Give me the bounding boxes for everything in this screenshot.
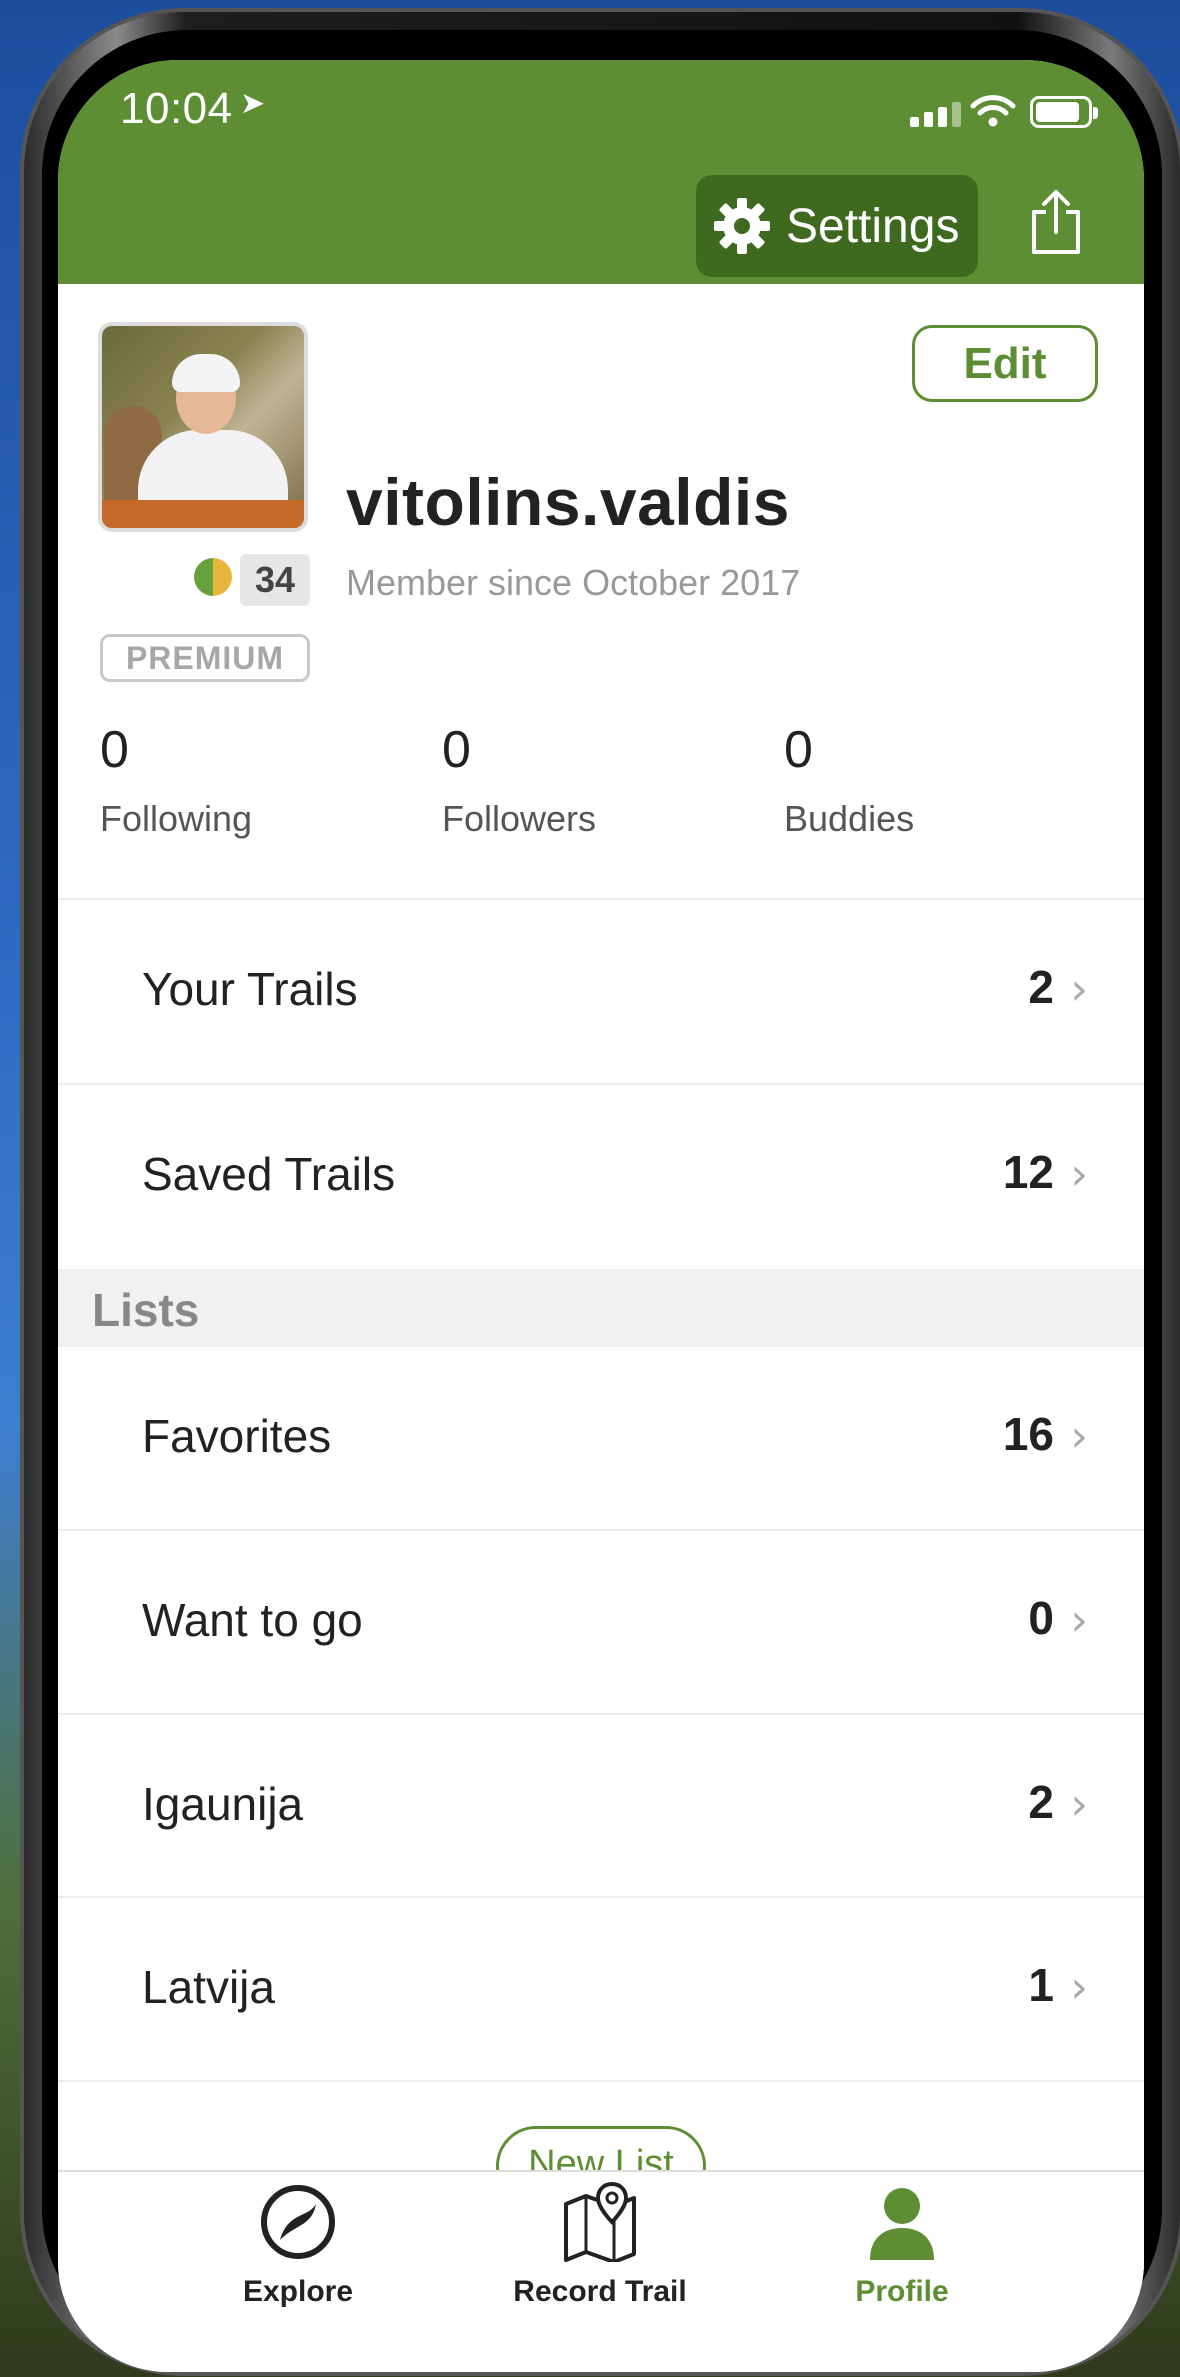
stat-label: Followers bbox=[442, 798, 597, 839]
stat-label: Following bbox=[100, 798, 253, 839]
list-item-latvija[interactable]: Latvija 1 › bbox=[58, 1898, 1144, 2080]
row-label: Favorites bbox=[142, 1410, 332, 1462]
stat-value: 0 bbox=[100, 721, 129, 779]
chevron-right-icon: › bbox=[1070, 1149, 1088, 1200]
list-item-igaunija[interactable]: Igaunija 2 › bbox=[58, 1715, 1144, 1897]
tab-explore[interactable]: Explore bbox=[178, 2182, 418, 2352]
tab-profile[interactable]: Profile bbox=[782, 2182, 1022, 2352]
cell-signal-icon bbox=[910, 102, 961, 127]
row-count: 1 bbox=[1028, 1959, 1054, 2011]
member-since: Member since October 2017 bbox=[346, 562, 801, 603]
premium-badge: PREMIUM bbox=[100, 634, 310, 682]
chevron-right-icon: › bbox=[1070, 1411, 1088, 1462]
divider bbox=[58, 2080, 1144, 2082]
row-label: Want to go bbox=[142, 1594, 363, 1646]
tab-label: Record Trail bbox=[513, 2275, 687, 2308]
row-label: Your Trails bbox=[142, 963, 358, 1015]
row-count: 16 bbox=[1002, 1408, 1054, 1460]
status-bar: 10:04 ➤ bbox=[58, 80, 1144, 150]
your-trails-row[interactable]: Your Trails 2 › bbox=[58, 900, 1144, 1082]
saved-trails-row[interactable]: Saved Trails 12 › bbox=[58, 1085, 1144, 1267]
row-label: Igaunija bbox=[142, 1778, 304, 1830]
gear-icon bbox=[714, 198, 770, 254]
lists-header-label: Lists bbox=[92, 1284, 200, 1336]
map-pin-icon bbox=[564, 2181, 636, 2264]
stat-value: 0 bbox=[784, 721, 813, 779]
level-icon bbox=[194, 558, 232, 596]
stat-following[interactable]: 0 Following bbox=[100, 720, 252, 840]
lists-section-header: Lists bbox=[58, 1269, 1144, 1347]
chevron-right-icon: › bbox=[1070, 1962, 1088, 2013]
list-item-want-to-go[interactable]: Want to go 0 › bbox=[58, 1531, 1144, 1713]
share-icon[interactable] bbox=[1028, 188, 1084, 256]
username: vitolins.valdis bbox=[346, 465, 790, 539]
tab-label: Profile bbox=[855, 2275, 949, 2308]
level-badge: 34 bbox=[240, 554, 310, 606]
settings-button[interactable]: Settings bbox=[696, 175, 978, 277]
wifi-icon bbox=[970, 95, 1016, 127]
tab-label: Explore bbox=[242, 2275, 354, 2308]
row-label: Saved Trails bbox=[142, 1148, 396, 1200]
status-time: 10:04 bbox=[120, 84, 233, 133]
settings-label: Settings bbox=[786, 199, 960, 253]
app-screen: 10:04 ➤ Settings Edit vitolins.valdis 34… bbox=[58, 60, 1144, 2372]
person-icon bbox=[870, 2188, 934, 2260]
chevron-right-icon: › bbox=[1070, 964, 1088, 1015]
explore-icon bbox=[261, 2185, 335, 2259]
battery-icon bbox=[1030, 96, 1098, 128]
row-count: 12 bbox=[1002, 1146, 1054, 1198]
tab-bar: Explore Record Trail Profile bbox=[58, 2170, 1144, 2372]
row-label: Latvija bbox=[142, 1961, 275, 2013]
stat-value: 0 bbox=[442, 721, 471, 779]
chevron-right-icon: › bbox=[1070, 1779, 1088, 1830]
location-arrow-icon: ➤ bbox=[240, 87, 266, 120]
chevron-right-icon: › bbox=[1070, 1595, 1088, 1646]
tab-record-trail[interactable]: Record Trail bbox=[480, 2181, 720, 2352]
row-count: 2 bbox=[1028, 961, 1054, 1013]
row-count: 2 bbox=[1028, 1776, 1054, 1828]
list-item-favorites[interactable]: Favorites 16 › bbox=[58, 1347, 1144, 1529]
app-header: 10:04 ➤ Settings bbox=[58, 60, 1144, 284]
row-count: 0 bbox=[1028, 1592, 1054, 1644]
stat-followers[interactable]: 0 Followers bbox=[442, 720, 596, 840]
avatar[interactable] bbox=[98, 322, 308, 532]
stat-label: Buddies bbox=[784, 798, 915, 839]
edit-profile-button[interactable]: Edit bbox=[912, 325, 1098, 402]
stat-buddies[interactable]: 0 Buddies bbox=[784, 720, 914, 840]
